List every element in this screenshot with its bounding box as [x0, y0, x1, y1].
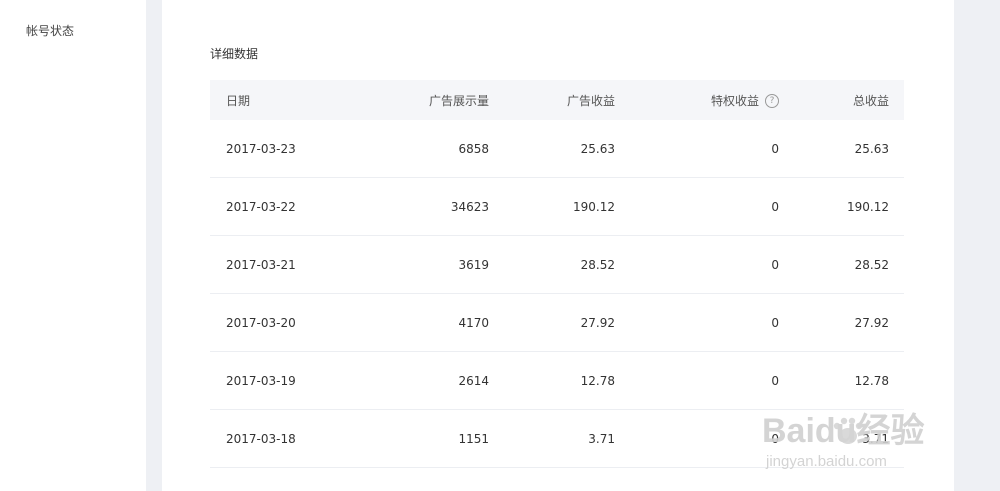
- cell-privilege-revenue: 0: [771, 141, 779, 156]
- cell-date: 2017-03-21: [226, 257, 296, 272]
- table-row: 2017-03-18 1151 3.71 0 3.71: [210, 410, 904, 468]
- cell-ad-revenue: 190.12: [573, 199, 615, 214]
- header-total-revenue: 总收益: [852, 93, 889, 108]
- cell-date: 2017-03-22: [226, 199, 296, 214]
- cell-date: 2017-03-19: [226, 373, 296, 388]
- cell-impressions: 1151: [458, 431, 489, 446]
- table-header-row: 日期 广告展示量 广告收益 特权收益? 总收益: [210, 80, 904, 120]
- cell-impressions: 2614: [458, 373, 489, 388]
- cell-impressions: 34623: [450, 199, 489, 214]
- cell-total-revenue: 28.52: [854, 257, 889, 272]
- cell-date: 2017-03-23: [226, 141, 296, 156]
- detail-data-table: 日期 广告展示量 广告收益 特权收益? 总收益 2017-03-23 6858 …: [210, 80, 904, 468]
- header-impressions: 广告展示量: [428, 93, 489, 108]
- cell-privilege-revenue: 0: [771, 373, 779, 388]
- table-row: 2017-03-19 2614 12.78 0 12.78: [210, 352, 904, 410]
- table-row: 2017-03-22 34623 190.12 0 190.12: [210, 178, 904, 236]
- cell-ad-revenue: 3.71: [588, 431, 615, 446]
- cell-ad-revenue: 12.78: [580, 373, 615, 388]
- cell-impressions: 3619: [458, 257, 489, 272]
- cell-total-revenue: 3.71: [862, 431, 889, 446]
- cell-date: 2017-03-18: [226, 431, 296, 446]
- cell-impressions: 4170: [458, 315, 489, 330]
- table-row: 2017-03-23 6858 25.63 0 25.63: [210, 120, 904, 178]
- sidebar-item-account-status[interactable]: 帐号状态: [26, 22, 74, 39]
- help-icon[interactable]: ?: [765, 94, 779, 108]
- header-date: 日期: [226, 93, 251, 108]
- main-panel: 详细数据 日期 广告展示量 广告收益 特权收益? 总收益 2017-03-23 …: [162, 0, 954, 491]
- cell-ad-revenue: 27.92: [580, 315, 615, 330]
- cell-privilege-revenue: 0: [771, 431, 779, 446]
- header-ad-revenue: 广告收益: [566, 93, 615, 108]
- cell-total-revenue: 12.78: [854, 373, 889, 388]
- table-row: 2017-03-20 4170 27.92 0 27.92: [210, 294, 904, 352]
- cell-ad-revenue: 28.52: [580, 257, 615, 272]
- cell-total-revenue: 190.12: [847, 199, 889, 214]
- header-privilege-revenue-label: 特权收益: [710, 93, 759, 108]
- cell-privilege-revenue: 0: [771, 199, 779, 214]
- sidebar: 帐号状态: [0, 0, 146, 491]
- cell-impressions: 6858: [458, 141, 489, 156]
- cell-total-revenue: 27.92: [854, 315, 889, 330]
- cell-ad-revenue: 25.63: [580, 141, 615, 156]
- cell-date: 2017-03-20: [226, 315, 296, 330]
- cell-privilege-revenue: 0: [771, 257, 779, 272]
- cell-total-revenue: 25.63: [854, 141, 889, 156]
- section-title: 详细数据: [210, 47, 259, 61]
- header-privilege-revenue: 特权收益?: [615, 92, 779, 109]
- cell-privilege-revenue: 0: [771, 315, 779, 330]
- table-row: 2017-03-21 3619 28.52 0 28.52: [210, 236, 904, 294]
